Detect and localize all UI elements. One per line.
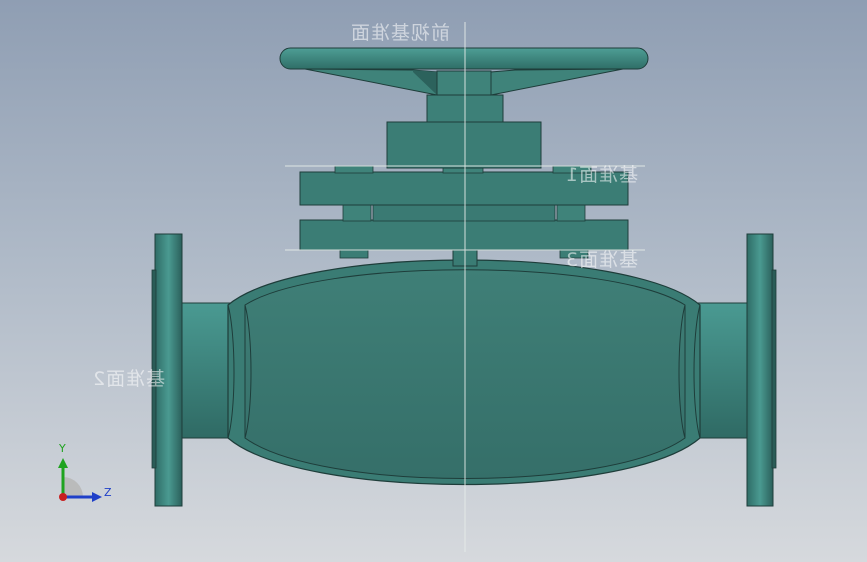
plane-1-label[interactable]: 基准面1 bbox=[565, 160, 638, 187]
bonnet-columns bbox=[342, 204, 586, 222]
axis-z-label: Z bbox=[104, 486, 112, 499]
valve-body bbox=[227, 259, 701, 486]
handwheel-icon[interactable] bbox=[279, 47, 649, 96]
axis-y-label: Y bbox=[59, 442, 66, 455]
graphics-viewport[interactable]: 前视基准面 基准面1 基准面3 基准面2 Y Z bbox=[0, 0, 867, 562]
plane-3-label[interactable]: 基准面3 bbox=[565, 245, 638, 272]
right-flange bbox=[746, 233, 777, 507]
axis-triad-icon: Y Z bbox=[50, 440, 120, 510]
plane-2-label[interactable]: 基准面2 bbox=[92, 364, 165, 391]
yoke-block bbox=[386, 121, 542, 169]
front-plane-label[interactable]: 前视基准面 bbox=[350, 18, 450, 45]
valve-model[interactable] bbox=[0, 0, 867, 562]
